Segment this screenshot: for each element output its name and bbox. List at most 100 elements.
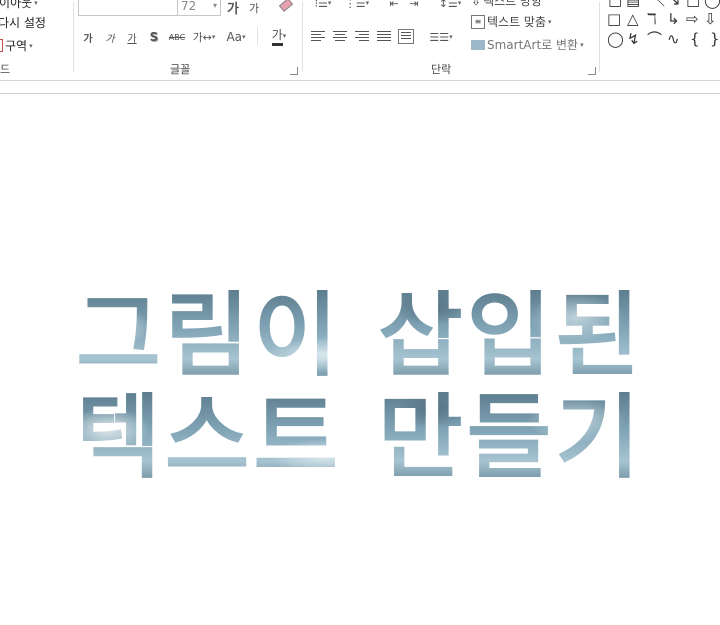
smartart-icon (471, 39, 485, 50)
chevron-down-icon: ▾ (29, 41, 33, 50)
oval-shape-icon[interactable]: ◯ (704, 0, 720, 8)
arrow-shape-icon[interactable]: ↘ (668, 0, 681, 8)
shrink-font-button[interactable]: 가 (246, 1, 262, 15)
slides-group: 레이아웃 ▾ 다시 설정 구역 ▾ 드 (0, 0, 74, 80)
shrink-font-label: 가 (248, 2, 260, 15)
elbow-connector-shape-icon[interactable]: ℸ (647, 11, 657, 27)
bold-label: 가 (83, 33, 93, 45)
chevron-down-icon: ▾ (211, 33, 216, 41)
line-spacing-icon: ↕☰ (438, 0, 458, 10)
change-case-label: Aa (226, 30, 243, 44)
slide-title-line-1[interactable]: 그림이 삽입된 (0, 290, 720, 382)
font-dialog-launcher-icon[interactable] (290, 67, 298, 75)
grow-font-button[interactable]: 가 (224, 0, 242, 17)
chevron-down-icon: ▾ (242, 33, 246, 41)
chevron-down-icon: ▾ (457, 0, 462, 7)
chevron-down-icon: ▾ (34, 0, 38, 7)
align-right-button[interactable] (355, 31, 369, 43)
smartart-convert-button[interactable]: SmartArt로 변환 ▾ (471, 36, 584, 53)
font-size-box[interactable]: 72 ▾ (177, 0, 221, 16)
textbox-shape-icon[interactable]: ▤ (626, 0, 640, 8)
paragraph-dialog-launcher-icon[interactable] (588, 67, 596, 75)
reset-label: 다시 설정 (0, 16, 46, 30)
layout-label: 레이아웃 (0, 0, 33, 10)
align-text-label: 텍스트 맞춤 (487, 15, 547, 29)
right-brace-shape-icon[interactable]: } (710, 31, 720, 47)
shadow-button[interactable]: S (146, 30, 162, 44)
shadow-label: S (149, 30, 159, 44)
text-direction-button[interactable]: ⇳ 텍스트 방향 (471, 0, 542, 9)
strikethrough-label: ABC (168, 32, 186, 42)
character-spacing-button[interactable]: 가↔ ▾ (190, 30, 218, 44)
divider (257, 27, 258, 45)
ribbon-bottom-strip (0, 81, 720, 94)
wave-shape-icon[interactable]: ∿ (667, 31, 680, 47)
square-shape-icon[interactable]: □ (686, 0, 700, 8)
text-direction-icon: ⇳ (471, 0, 482, 8)
reset-button[interactable]: 다시 설정 (0, 14, 46, 31)
ribbon: 레이아웃 ▾ 다시 설정 구역 ▾ 드 72 ▾ 가 가 가 (0, 0, 720, 81)
font-group-label: 글꼴 (170, 63, 191, 76)
section-button[interactable]: 구역 ▾ (0, 37, 33, 54)
down-arrow-shape-icon[interactable]: ⇩ (704, 11, 717, 27)
grow-font-label: 가 (227, 1, 239, 17)
columns-button[interactable]: ☰☰ ▾ (427, 30, 455, 44)
underline-button[interactable]: 가 (124, 30, 140, 45)
paragraph-group: ⁝☰ ▾ ⋮☰ ▾ ⇤ ⇥ ↕☰ ▾ ⇳ 텍스트 방향 ≡ 텍스트 맞춤 ▾ S… (303, 0, 599, 80)
elbow-arrow-shape-icon[interactable]: ↳ (667, 11, 680, 27)
chevron-down-icon: ▾ (548, 17, 552, 26)
font-size-value: 72 (181, 0, 197, 13)
clear-formatting-button[interactable] (278, 0, 294, 12)
paragraph-group-label: 단락 (431, 63, 452, 76)
smartart-label: SmartArt로 변환 (487, 38, 579, 52)
slide-title-line-2[interactable]: 텍스트 만들기 (0, 392, 720, 484)
shapes-gallery[interactable]: □ ▤ ＼ ↘ □ ◯ □ △ ℸ ↳ ⇨ ⇩ ◯ ↯ ⌒ ∿ { } (600, 0, 720, 80)
chevron-down-icon: ▾ (282, 32, 287, 40)
right-arrow-shape-icon[interactable]: ⇨ (686, 11, 699, 27)
bold-button[interactable]: 가 (80, 30, 96, 45)
section-icon (0, 39, 3, 52)
underline-label: 가 (127, 33, 137, 45)
align-left-button[interactable] (311, 31, 325, 43)
increase-indent-button[interactable]: ⇥ (405, 0, 423, 10)
strikethrough-button[interactable]: ABC (167, 30, 187, 44)
numbering-icon: ⋮☰ (344, 0, 366, 10)
bullets-button[interactable]: ⁝☰ ▾ (309, 0, 337, 10)
section-label: 구역 (5, 39, 28, 53)
change-case-button[interactable]: Aa ▾ (222, 30, 250, 44)
triangle-shape-icon[interactable]: △ (627, 11, 639, 27)
font-color-button[interactable]: 가 ▾ (264, 26, 294, 46)
arc-shape-icon[interactable]: ⌒ (647, 31, 662, 47)
layout-button[interactable]: 레이아웃 ▾ (0, 0, 38, 11)
chevron-down-icon: ▾ (365, 0, 370, 7)
rounded-rectangle-shape-icon[interactable]: □ (607, 11, 621, 27)
eraser-icon (278, 0, 294, 12)
font-color-label: 가 (271, 26, 283, 46)
italic-button[interactable]: 가 (102, 30, 118, 45)
character-spacing-label: 가↔ (192, 31, 212, 44)
align-text-button[interactable]: ≡ 텍스트 맞춤 ▾ (471, 13, 552, 30)
slides-group-label: 드 (0, 63, 11, 76)
line-spacing-button[interactable]: ↕☰ ▾ (437, 0, 463, 10)
align-text-icon: ≡ (471, 14, 485, 29)
numbering-button[interactable]: ⋮☰ ▾ (343, 0, 371, 10)
decrease-indent-button[interactable]: ⇤ (385, 0, 403, 10)
chevron-down-icon: ▾ (580, 40, 584, 49)
distributed-button[interactable] (398, 29, 414, 44)
rectangle-shape-icon[interactable]: □ (608, 0, 622, 8)
line-shape-icon[interactable]: ＼ (650, 0, 665, 8)
italic-label: 가 (105, 33, 115, 45)
flowchart-shape-icon[interactable]: ◯ (607, 31, 624, 47)
bullets-icon: ⁝☰ (314, 0, 328, 10)
text-direction-label: 텍스트 방향 (483, 0, 543, 8)
increase-indent-icon: ⇥ (409, 0, 419, 10)
align-center-button[interactable] (333, 31, 347, 43)
slide-canvas[interactable]: 그림이 삽입된 텍스트 만들기 (0, 94, 720, 625)
justify-button[interactable] (377, 31, 391, 43)
lightning-shape-icon[interactable]: ↯ (627, 31, 640, 47)
font-group: 72 ▾ 가 가 가 가 가 S ABC 가↔ ▾ Aa ▾ 가 ▾ 글꼴 (74, 0, 302, 80)
font-name-box[interactable] (78, 0, 178, 16)
columns-icon: ☰☰ (429, 30, 450, 44)
left-brace-shape-icon[interactable]: { (690, 31, 700, 47)
decrease-indent-icon: ⇤ (389, 0, 399, 10)
